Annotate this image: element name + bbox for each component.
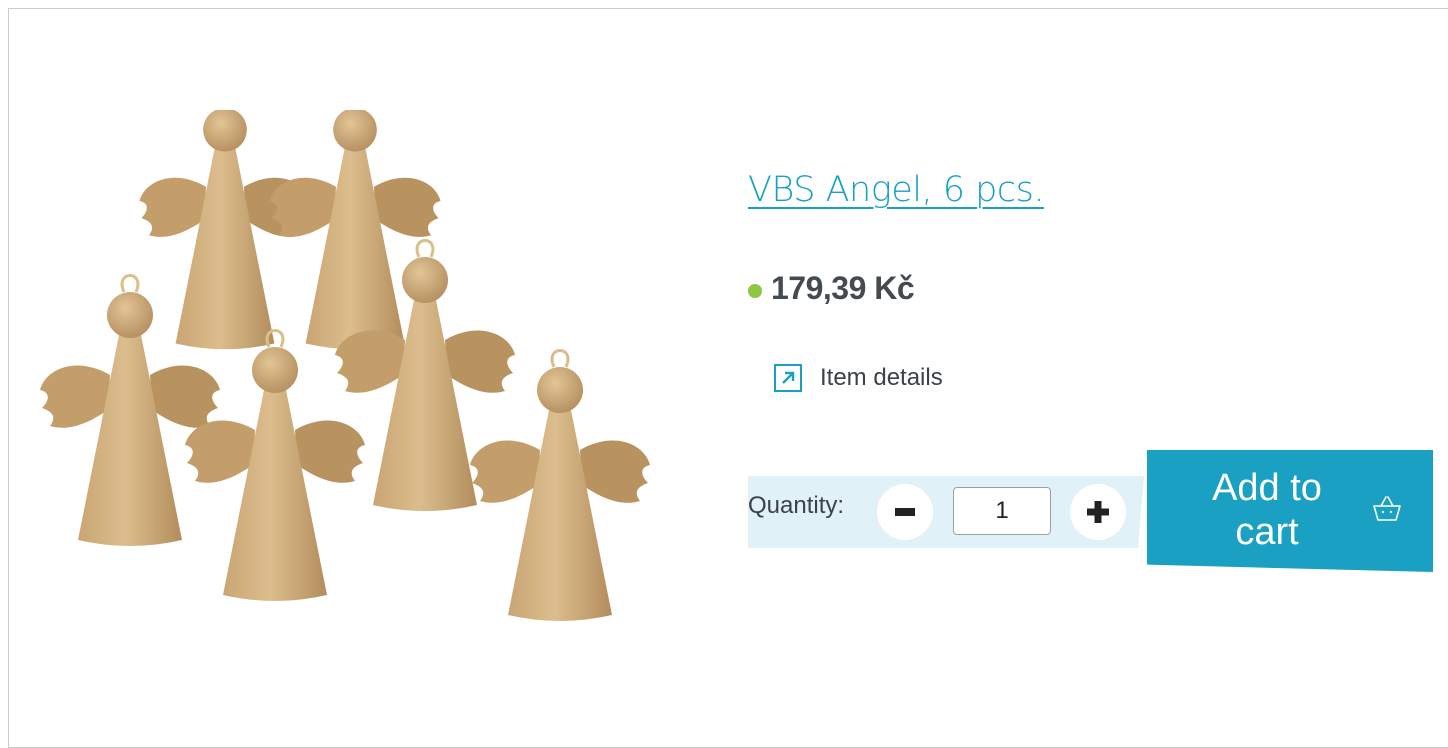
item-details-label: Item details: [820, 364, 943, 391]
add-to-cart-button[interactable]: Add to cart: [1147, 450, 1433, 572]
angel-figure: [183, 329, 367, 603]
quantity-input[interactable]: [953, 487, 1051, 535]
item-details-link[interactable]: Item details: [774, 364, 943, 392]
external-link-arrow-icon: [774, 364, 802, 392]
add-to-cart-label: Add to cart: [1212, 467, 1322, 553]
plus-icon: [1087, 501, 1109, 523]
price-row: 179,39 Kč: [748, 270, 915, 307]
stock-status-dot: [748, 283, 762, 298]
quantity-decrement-button[interactable]: [877, 484, 933, 540]
quantity-increment-button[interactable]: [1070, 484, 1126, 540]
quantity-label: Quantity:: [748, 492, 845, 519]
product-title-link[interactable]: VBS Angel, 6 pcs.: [748, 170, 1044, 210]
product-image[interactable]: [30, 110, 680, 630]
product-price: 179,39 Kč: [771, 270, 915, 306]
minus-icon: [895, 508, 915, 516]
shopping-basket-icon: [1373, 496, 1401, 521]
